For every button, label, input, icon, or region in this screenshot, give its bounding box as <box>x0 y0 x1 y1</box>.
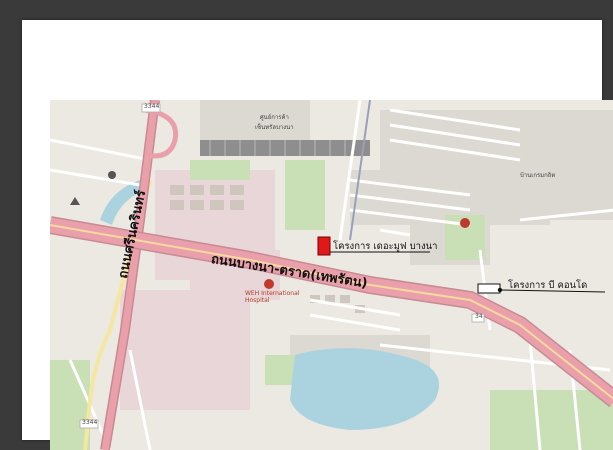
project-two-label: โครงการ บี คอนโด <box>508 280 588 291</box>
shield-label: 3344 <box>82 419 98 426</box>
shield-label: 3344 <box>144 103 160 110</box>
poi-icon <box>108 171 116 179</box>
project-marker[interactable] <box>317 236 331 256</box>
map-image[interactable]: 3344 3344 34 ศูนย์การค้า เซ็นทรัลบางนา W… <box>50 100 613 450</box>
shopping-center-label: ศูนย์การค้า เซ็นทรัลบางนา <box>255 114 294 131</box>
project-one-label: โครงการ เดอะมูฟ บางนา <box>333 241 438 252</box>
hospital-icon-right <box>460 218 470 228</box>
hospital-icon <box>264 279 274 289</box>
village-label: บ้านเกรมกถิต <box>520 172 556 179</box>
document-page: 3344 3344 34 ศูนย์การค้า เซ็นทรัลบางนา W… <box>22 20 613 450</box>
shield-label: 34 <box>475 313 483 320</box>
hospital-label: WEH International Hospital <box>245 290 300 304</box>
project-two-box[interactable] <box>477 283 501 294</box>
